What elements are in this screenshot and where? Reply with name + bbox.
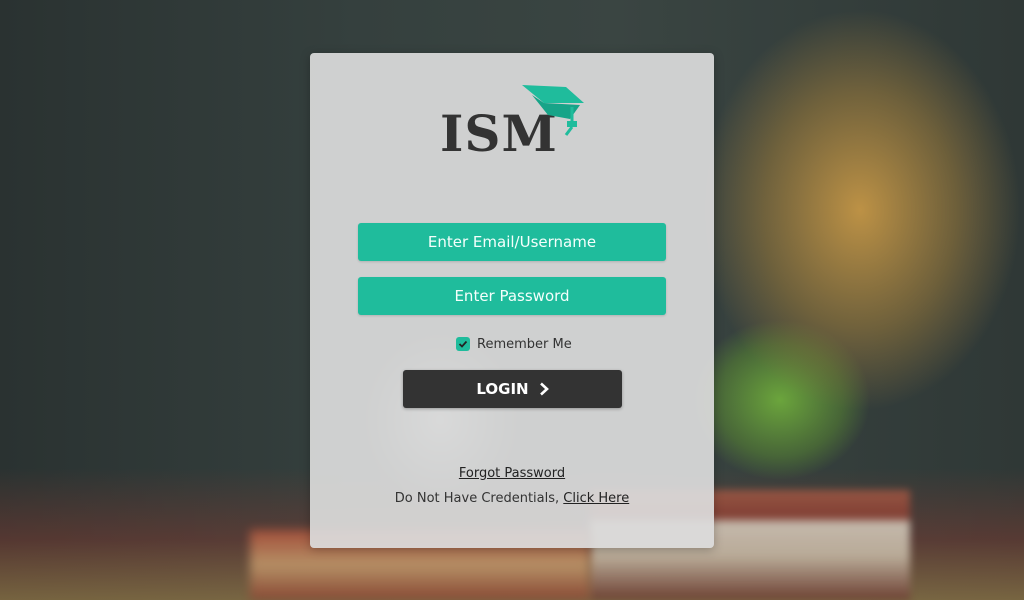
remember-checkbox[interactable]	[456, 337, 470, 351]
ism-logo: ISM	[440, 85, 590, 165]
email-field[interactable]	[358, 223, 666, 261]
login-label: LOGIN	[476, 380, 529, 398]
forgot-password-link[interactable]: Forgot Password	[310, 466, 714, 481]
click-here-link[interactable]: Click Here	[563, 491, 629, 506]
chevron-right-icon	[539, 382, 549, 396]
remember-me[interactable]: Remember Me	[456, 335, 572, 353]
credentials-row: Do Not Have Credentials, Click Here	[310, 491, 714, 506]
password-field[interactable]	[358, 277, 666, 315]
check-icon	[458, 340, 468, 348]
credentials-text: Do Not Have Credentials,	[394, 491, 560, 506]
login-button[interactable]: LOGIN	[403, 370, 622, 408]
login-card: ISM Remember Me LOGIN Forgot Password Do…	[310, 53, 714, 548]
graduation-cap-icon	[522, 85, 584, 136]
remember-label: Remember Me	[477, 336, 572, 352]
